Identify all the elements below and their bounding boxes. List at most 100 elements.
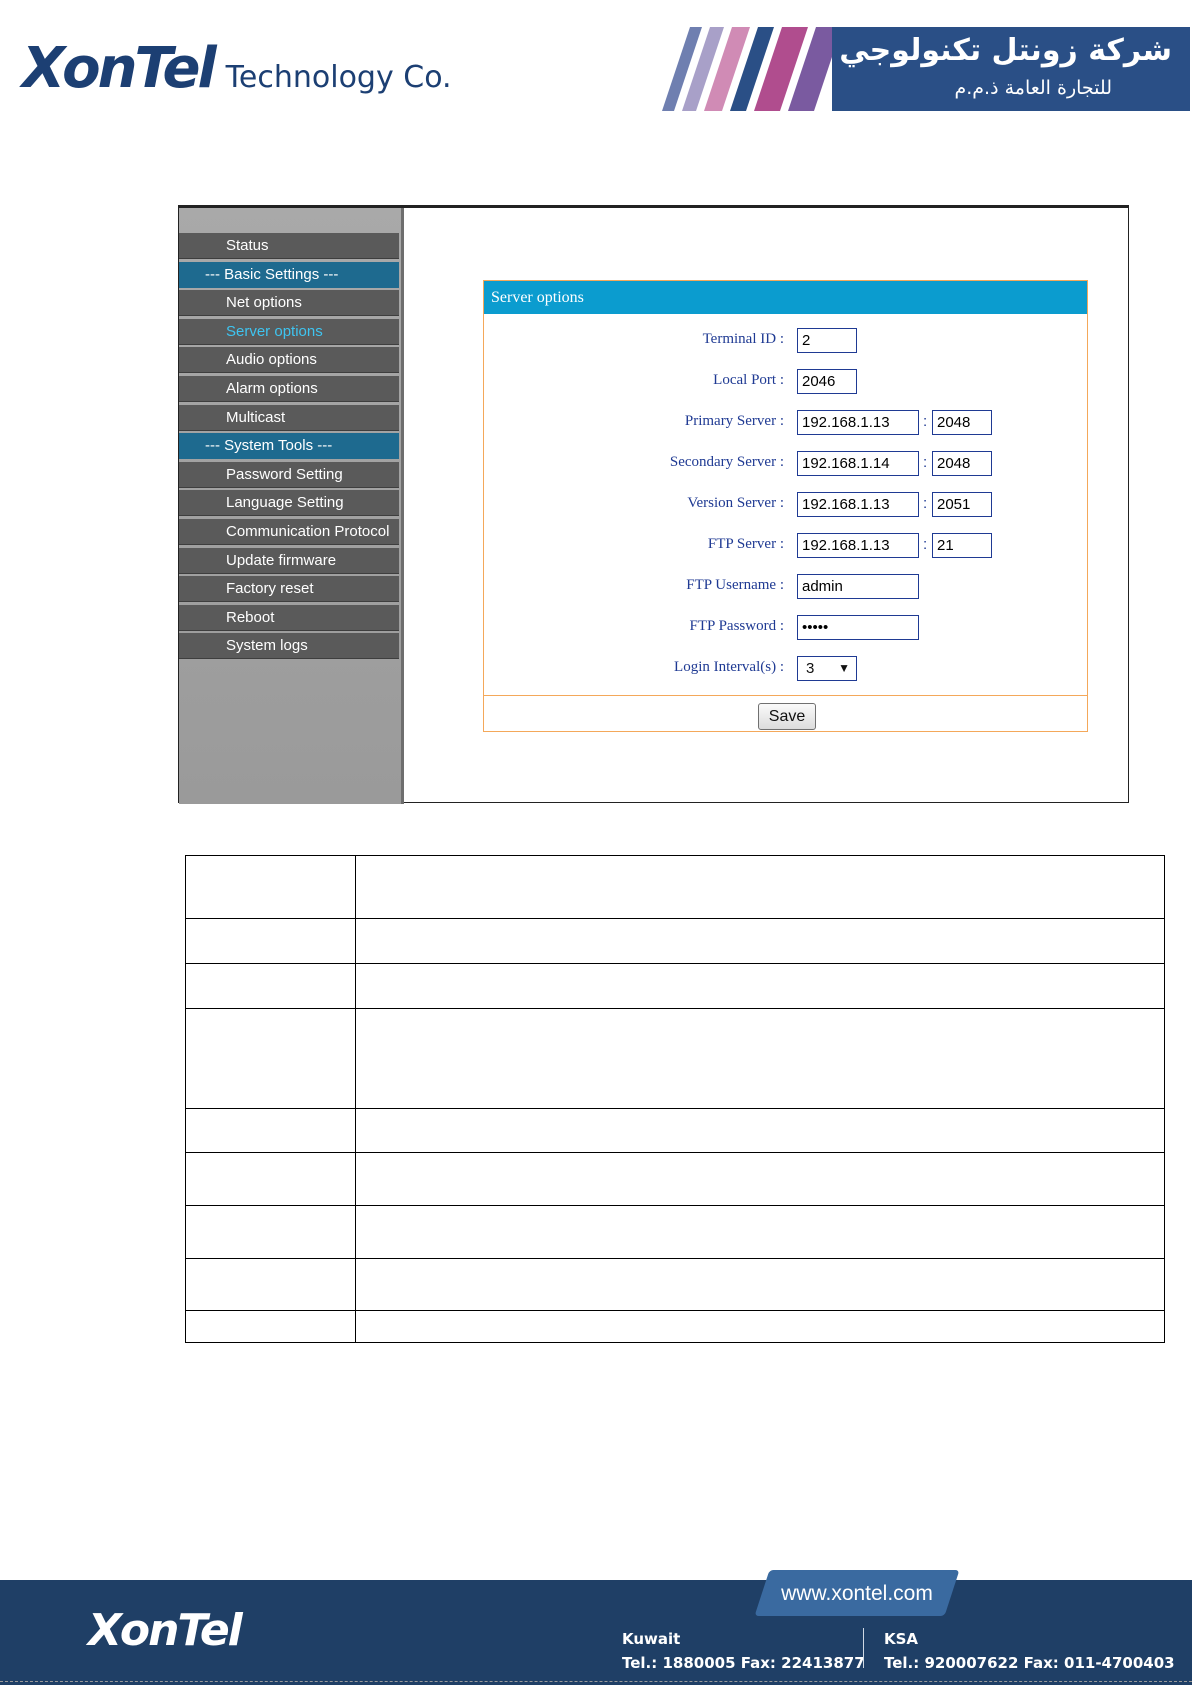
login-interval-row: Login Interval(s) : 3 ▼: [484, 656, 1087, 682]
sidebar-item-status[interactable]: Status: [179, 233, 399, 259]
stripes-graphic: [662, 27, 842, 111]
sidebar-item-language-setting[interactable]: Language Setting: [179, 490, 399, 517]
table-cell: [355, 1152, 1165, 1206]
dropdown-arrow-icon: ▼: [838, 661, 850, 675]
sidebar-section-system-tools: --- System Tools ---: [179, 433, 399, 460]
sidebar-item-reboot[interactable]: Reboot: [179, 604, 399, 631]
table-cell: [185, 1258, 356, 1311]
table-cell: [355, 1310, 1165, 1343]
login-interval-select[interactable]: 3 ▼: [797, 656, 857, 681]
table-cell: [185, 1205, 356, 1259]
table-cell: [185, 855, 356, 919]
table-row: [185, 1008, 1165, 1109]
ksa-phone-fax: Tel.: 920007622 Fax: 011-4700403: [884, 1654, 1175, 1672]
terminal-id-row: Terminal ID : 2: [484, 328, 1087, 354]
table-row: [185, 1310, 1165, 1343]
colon-separator: :: [923, 495, 928, 512]
table-cell: [355, 918, 1165, 964]
table-cell: [185, 963, 356, 1009]
arabic-company-name: شركة زونتل تكنولوجي: [839, 33, 1172, 68]
table-row: [185, 1152, 1165, 1206]
panel-footer-divider: [484, 695, 1087, 696]
sidebar-item-net-options[interactable]: Net options: [179, 290, 399, 317]
login-interval-value: 3: [806, 660, 815, 677]
secondary-server-port-input[interactable]: 2048: [932, 451, 992, 476]
table-row: [185, 855, 1165, 919]
server-options-panel: Server options Terminal ID : 2 Local Por…: [483, 280, 1088, 732]
sidebar-item-communication-protocol[interactable]: Communication Protocol: [179, 518, 399, 545]
secondary-server-label: Secondary Server :: [669, 454, 784, 470]
table-cell: [185, 1152, 356, 1206]
secondary-server-host-input[interactable]: 192.168.1.14: [797, 451, 919, 476]
bottom-dotted-line: [0, 1681, 1192, 1682]
table-cell: [355, 1008, 1165, 1109]
sidebar-item-system-logs[interactable]: System logs: [179, 633, 399, 660]
website-link[interactable]: www.xontel.com: [762, 1576, 952, 1612]
table-row: [185, 1205, 1165, 1259]
ftp-server-port-input[interactable]: 21: [932, 533, 992, 558]
table-row: [185, 963, 1165, 1009]
web-ui-screenshot: Status --- Basic Settings --- Net option…: [178, 205, 1129, 804]
version-server-label: Version Server :: [687, 495, 784, 511]
ftp-password-row: FTP Password : •••••: [484, 615, 1087, 641]
kuwait-phone-fax: Tel.: 1880005 Fax: 22413877: [622, 1654, 865, 1672]
ftp-server-host-input[interactable]: 192.168.1.13: [797, 533, 919, 558]
table-row: [185, 1108, 1165, 1153]
sidebar-item-server-options[interactable]: Server options: [179, 318, 399, 345]
ftp-password-label: FTP Password :: [689, 618, 784, 634]
primary-server-row: Primary Server : 192.168.1.13 : 2048: [484, 410, 1087, 436]
sidebar-section-basic-settings: --- Basic Settings ---: [179, 261, 399, 288]
local-port-label: Local Port :: [713, 372, 784, 388]
table-cell: [355, 855, 1165, 919]
footer-logo: XonTel: [88, 1605, 243, 1656]
arabic-name-box: شركة زونتل تكنولوجي للتجارة العامة ذ.م.م: [832, 27, 1190, 111]
arabic-company-type: للتجارة العامة ذ.م.م: [954, 77, 1112, 99]
sidebar-item-multicast[interactable]: Multicast: [179, 404, 399, 431]
table-cell: [355, 963, 1165, 1009]
ksa-label: KSA: [884, 1630, 919, 1648]
version-server-port-input[interactable]: 2051: [932, 492, 992, 517]
sidebar-item-alarm-options[interactable]: Alarm options: [179, 375, 399, 402]
table-row: [185, 1258, 1165, 1311]
table-cell: [185, 918, 356, 964]
table-cell: [355, 1108, 1165, 1153]
colon-separator: :: [923, 454, 928, 471]
sidebar-item-factory-reset[interactable]: Factory reset: [179, 576, 399, 603]
terminal-id-label: Terminal ID :: [702, 331, 784, 347]
ftp-username-input[interactable]: admin: [797, 574, 919, 599]
primary-server-label: Primary Server :: [684, 413, 784, 429]
save-button[interactable]: Save: [758, 703, 816, 730]
xontel-logo: XonTel Technology Co.: [22, 38, 452, 98]
table-row: [185, 918, 1165, 964]
primary-server-port-input[interactable]: 2048: [932, 410, 992, 435]
colon-separator: :: [923, 413, 928, 430]
sidebar-item-update-firmware[interactable]: Update firmware: [179, 547, 399, 574]
primary-server-host-input[interactable]: 192.168.1.13: [797, 410, 919, 435]
table-cell: [185, 1008, 356, 1109]
logo-wordmark: XonTel: [22, 36, 217, 101]
ftp-password-input[interactable]: •••••: [797, 615, 919, 640]
version-server-row: Version Server : 192.168.1.13 : 2051: [484, 492, 1087, 518]
sidebar-item-audio-options[interactable]: Audio options: [179, 347, 399, 374]
version-server-host-input[interactable]: 192.168.1.13: [797, 492, 919, 517]
kuwait-contact: Kuwait Tel.: 1880005 Fax: 22413877: [622, 1630, 865, 1672]
local-port-row: Local Port : 2046: [484, 369, 1087, 395]
sidebar-menu: Status --- Basic Settings --- Net option…: [179, 233, 399, 662]
sidebar: Status --- Basic Settings --- Net option…: [179, 208, 404, 804]
ftp-server-row: FTP Server : 192.168.1.13 : 21: [484, 533, 1087, 559]
sidebar-item-password-setting[interactable]: Password Setting: [179, 461, 399, 488]
table-cell: [185, 1108, 356, 1153]
table-cell: [185, 1310, 356, 1343]
colon-separator: :: [923, 536, 928, 553]
terminal-id-input[interactable]: 2: [797, 328, 857, 353]
local-port-input[interactable]: 2046: [797, 369, 857, 394]
description-table: [185, 855, 1165, 1343]
logo-subtitle: Technology Co.: [225, 60, 452, 95]
footer-divider: [863, 1628, 864, 1668]
panel-title: Server options: [484, 281, 1087, 314]
ftp-server-label: FTP Server :: [707, 536, 784, 552]
arabic-banner: شركة زونتل تكنولوجي للتجارة العامة ذ.م.م: [632, 27, 1190, 111]
ksa-contact: KSA Tel.: 920007622 Fax: 011-4700403: [884, 1630, 1175, 1672]
ftp-username-label: FTP Username :: [686, 577, 784, 593]
login-interval-label: Login Interval(s) :: [674, 659, 784, 675]
